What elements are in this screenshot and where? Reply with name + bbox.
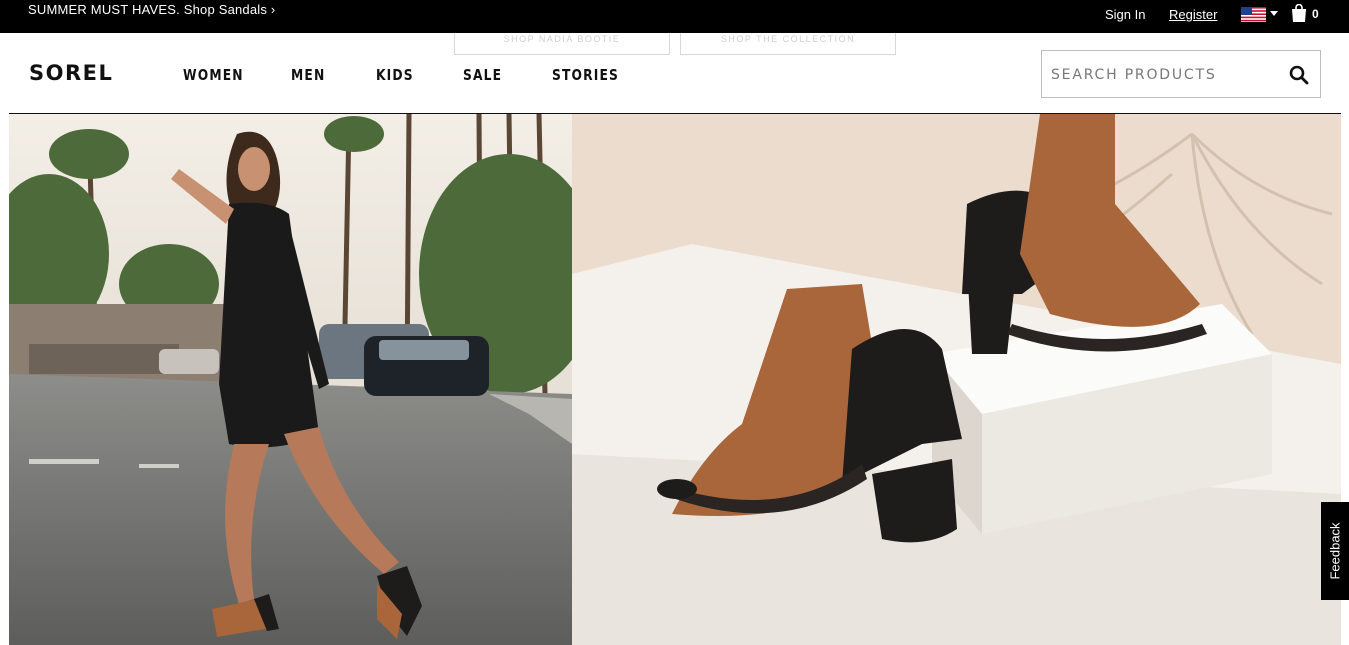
- shop-nadia-button-remnant[interactable]: SHOP NADIA BOOTIE: [454, 33, 670, 55]
- shopping-bag-icon[interactable]: [1291, 4, 1307, 22]
- nav-men[interactable]: MEN: [291, 66, 325, 84]
- shop-collection-button-remnant[interactable]: SHOP THE COLLECTION: [680, 33, 896, 55]
- chevron-down-icon[interactable]: [1270, 11, 1278, 16]
- nav-kids[interactable]: KIDS: [376, 66, 414, 84]
- nav-stories[interactable]: STORIES: [552, 66, 619, 84]
- feedback-label: Feedback: [1327, 522, 1343, 580]
- search-input[interactable]: [1051, 63, 1271, 87]
- bag-count: 0: [1312, 7, 1319, 21]
- hero-image-lifestyle[interactable]: [9, 114, 572, 645]
- register-link[interactable]: Register: [1169, 7, 1217, 22]
- promo-bar: SUMMER MUST HAVES. Shop Sandals › Sign I…: [0, 0, 1349, 33]
- feedback-tab[interactable]: Feedback: [1321, 502, 1349, 600]
- nav-women[interactable]: WOMEN: [183, 66, 244, 84]
- logo[interactable]: SOREL: [29, 61, 113, 85]
- search-icon[interactable]: [1288, 64, 1310, 86]
- search-box: [1041, 50, 1321, 98]
- nav-sale[interactable]: SALE: [463, 66, 502, 84]
- hero-image-product[interactable]: [572, 114, 1341, 645]
- sign-in-link[interactable]: Sign In: [1105, 7, 1145, 22]
- us-flag-icon[interactable]: [1241, 7, 1266, 22]
- promo-link[interactable]: SUMMER MUST HAVES. Shop Sandals ›: [28, 2, 275, 17]
